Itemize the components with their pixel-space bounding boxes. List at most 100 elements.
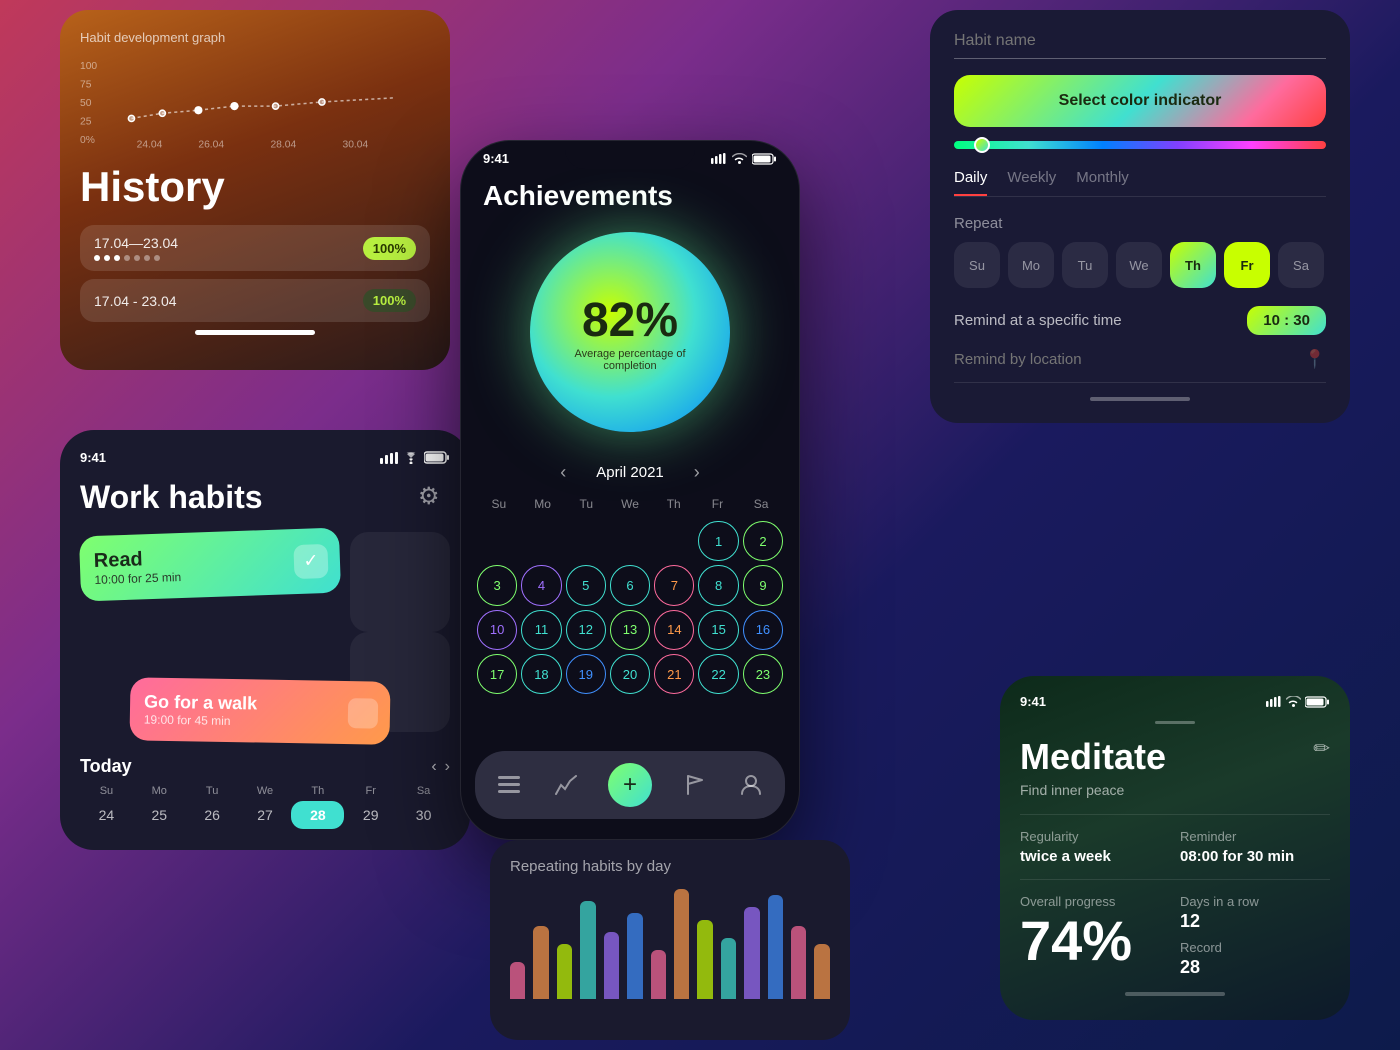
bar-col-8 [697, 920, 712, 999]
next-arrow[interactable]: › [445, 758, 450, 776]
cal-day-14[interactable]: 14 [654, 610, 694, 650]
achievements-title: Achievements [461, 166, 799, 222]
svg-text:26.04: 26.04 [198, 139, 224, 150]
achievements-percent: 82% [582, 293, 678, 348]
cal-day-18[interactable]: 18 [521, 654, 561, 694]
remind-time-label: Remind at a specific time [954, 312, 1122, 329]
today-nav: Today ‹ › [80, 756, 450, 777]
cal-day-12[interactable]: 12 [566, 610, 606, 650]
regularity-stat: Regularity twice a week [1020, 829, 1170, 865]
phone-status-icons [711, 153, 777, 165]
cal-day-19[interactable]: 19 [566, 654, 606, 694]
day-pill-su[interactable]: Su [954, 242, 1000, 288]
walk-habit-card[interactable]: Go for a walk 19:00 for 45 min [129, 677, 390, 745]
bar-col-7 [674, 889, 689, 999]
cal-day-empty [477, 521, 517, 561]
remind-location-row: 📍 [954, 349, 1326, 383]
nav-list-icon[interactable] [495, 771, 523, 799]
calendar-nav: ‹ April 2021 › [461, 452, 799, 493]
cal-day-8[interactable]: 8 [698, 565, 738, 605]
day-pill-mo[interactable]: Mo [1008, 242, 1054, 288]
calendar-grid: Su Mo Tu We Th Fr Sa 1 2 3 4 5 6 7 8 9 1… [461, 493, 799, 694]
cal-day-6[interactable]: 6 [610, 565, 650, 605]
bar-col-13 [814, 944, 829, 999]
cal-day-1[interactable]: 1 [698, 521, 738, 561]
bar-col-2 [557, 944, 572, 999]
svg-text:0%: 0% [80, 135, 95, 146]
graph-area: 100 75 50 25 0% 24.04 26.04 28.04 30.04 [80, 53, 430, 153]
day-pill-th[interactable]: Th [1170, 242, 1216, 288]
cal-prev-arrow[interactable]: ‹ [560, 462, 566, 483]
reminder-stat: Reminder 08:00 for 30 min [1180, 829, 1330, 865]
week-date-29[interactable]: 29 [344, 801, 397, 829]
day-pill-fr[interactable]: Fr [1224, 242, 1270, 288]
color-slider-track[interactable] [954, 141, 1326, 149]
nav-chart-icon[interactable] [552, 771, 580, 799]
color-indicator-button[interactable]: Select color indicator [954, 75, 1326, 127]
achievements-label: Average percentage ofcompletion [554, 348, 705, 372]
cal-day-13[interactable]: 13 [610, 610, 650, 650]
day-pill-we[interactable]: We [1116, 242, 1162, 288]
cal-day-21[interactable]: 21 [654, 654, 694, 694]
cal-day-4[interactable]: 4 [521, 565, 561, 605]
bar-col-6 [651, 950, 666, 999]
nav-add-button[interactable]: + [608, 763, 652, 807]
status-time: 9:41 [80, 450, 106, 465]
regularity-label: Regularity [1020, 829, 1170, 844]
svg-text:30.04: 30.04 [343, 139, 369, 150]
time-badge[interactable]: 10 : 30 [1247, 306, 1326, 335]
cal-day-11[interactable]: 11 [521, 610, 561, 650]
edit-icon[interactable]: ✏ [1313, 736, 1330, 761]
read-habit-card[interactable]: Read 10:00 for 25 min ✓ [79, 527, 341, 601]
dot [154, 255, 160, 261]
week-date-28[interactable]: 28 [291, 801, 344, 829]
week-date-24[interactable]: 24 [80, 801, 133, 829]
cal-day-16[interactable]: 16 [743, 610, 783, 650]
work-habits-header: Work habits ⚙ [80, 479, 450, 516]
week-date-26[interactable]: 26 [186, 801, 239, 829]
remind-time-row: Remind at a specific time 10 : 30 [954, 306, 1326, 335]
nav-flag-icon[interactable] [681, 771, 709, 799]
wifi-icon [1286, 696, 1301, 707]
tab-weekly[interactable]: Weekly [1007, 169, 1056, 196]
cal-day-17[interactable]: 17 [477, 654, 517, 694]
cal-day-5[interactable]: 5 [566, 565, 606, 605]
day-pill-sa[interactable]: Sa [1278, 242, 1324, 288]
week-date-25[interactable]: 25 [133, 801, 186, 829]
cal-day-23[interactable]: 23 [743, 654, 783, 694]
settings-icon[interactable]: ⚙ [418, 482, 450, 514]
tab-daily[interactable]: Daily [954, 169, 987, 196]
bar-col-12 [791, 926, 806, 999]
history-row-2: 17.04 - 23.04 100% [80, 279, 430, 322]
cal-day-9[interactable]: 9 [743, 565, 783, 605]
day-pill-tu[interactable]: Tu [1062, 242, 1108, 288]
phone-notch [565, 141, 695, 169]
habit-name-input[interactable] [954, 32, 1326, 59]
cal-day-10[interactable]: 10 [477, 610, 517, 650]
meditate-time: 9:41 [1020, 694, 1046, 709]
history-badge-2: 100% [363, 289, 416, 312]
cal-day-2[interactable]: 2 [743, 521, 783, 561]
cal-day-3[interactable]: 3 [477, 565, 517, 605]
prev-arrow[interactable]: ‹ [431, 758, 436, 776]
cal-day-7[interactable]: 7 [654, 565, 694, 605]
nav-person-icon[interactable] [737, 771, 765, 799]
tab-monthly[interactable]: Monthly [1076, 169, 1129, 196]
location-input[interactable] [954, 351, 1304, 368]
record-value: 28 [1180, 957, 1330, 978]
cal-hdr-we: We [608, 493, 652, 515]
bar-col-1 [533, 926, 548, 999]
history-badge-1: 100% [363, 237, 416, 260]
cal-next-arrow[interactable]: › [694, 462, 700, 483]
week-date-30[interactable]: 30 [397, 801, 450, 829]
cal-day-20[interactable]: 20 [610, 654, 650, 694]
cal-day-22[interactable]: 22 [698, 654, 738, 694]
repeat-label: Repeat [954, 215, 1326, 232]
status-icons [380, 451, 450, 464]
week-date-27[interactable]: 27 [239, 801, 292, 829]
repeating-habits-card: Repeating habits by day [490, 840, 850, 1040]
bar-col-4 [604, 932, 619, 999]
svg-text:24.04: 24.04 [137, 139, 163, 150]
cal-day-15[interactable]: 15 [698, 610, 738, 650]
cal-days: 1 2 3 4 5 6 7 8 9 10 11 12 13 14 15 16 1… [477, 521, 783, 694]
